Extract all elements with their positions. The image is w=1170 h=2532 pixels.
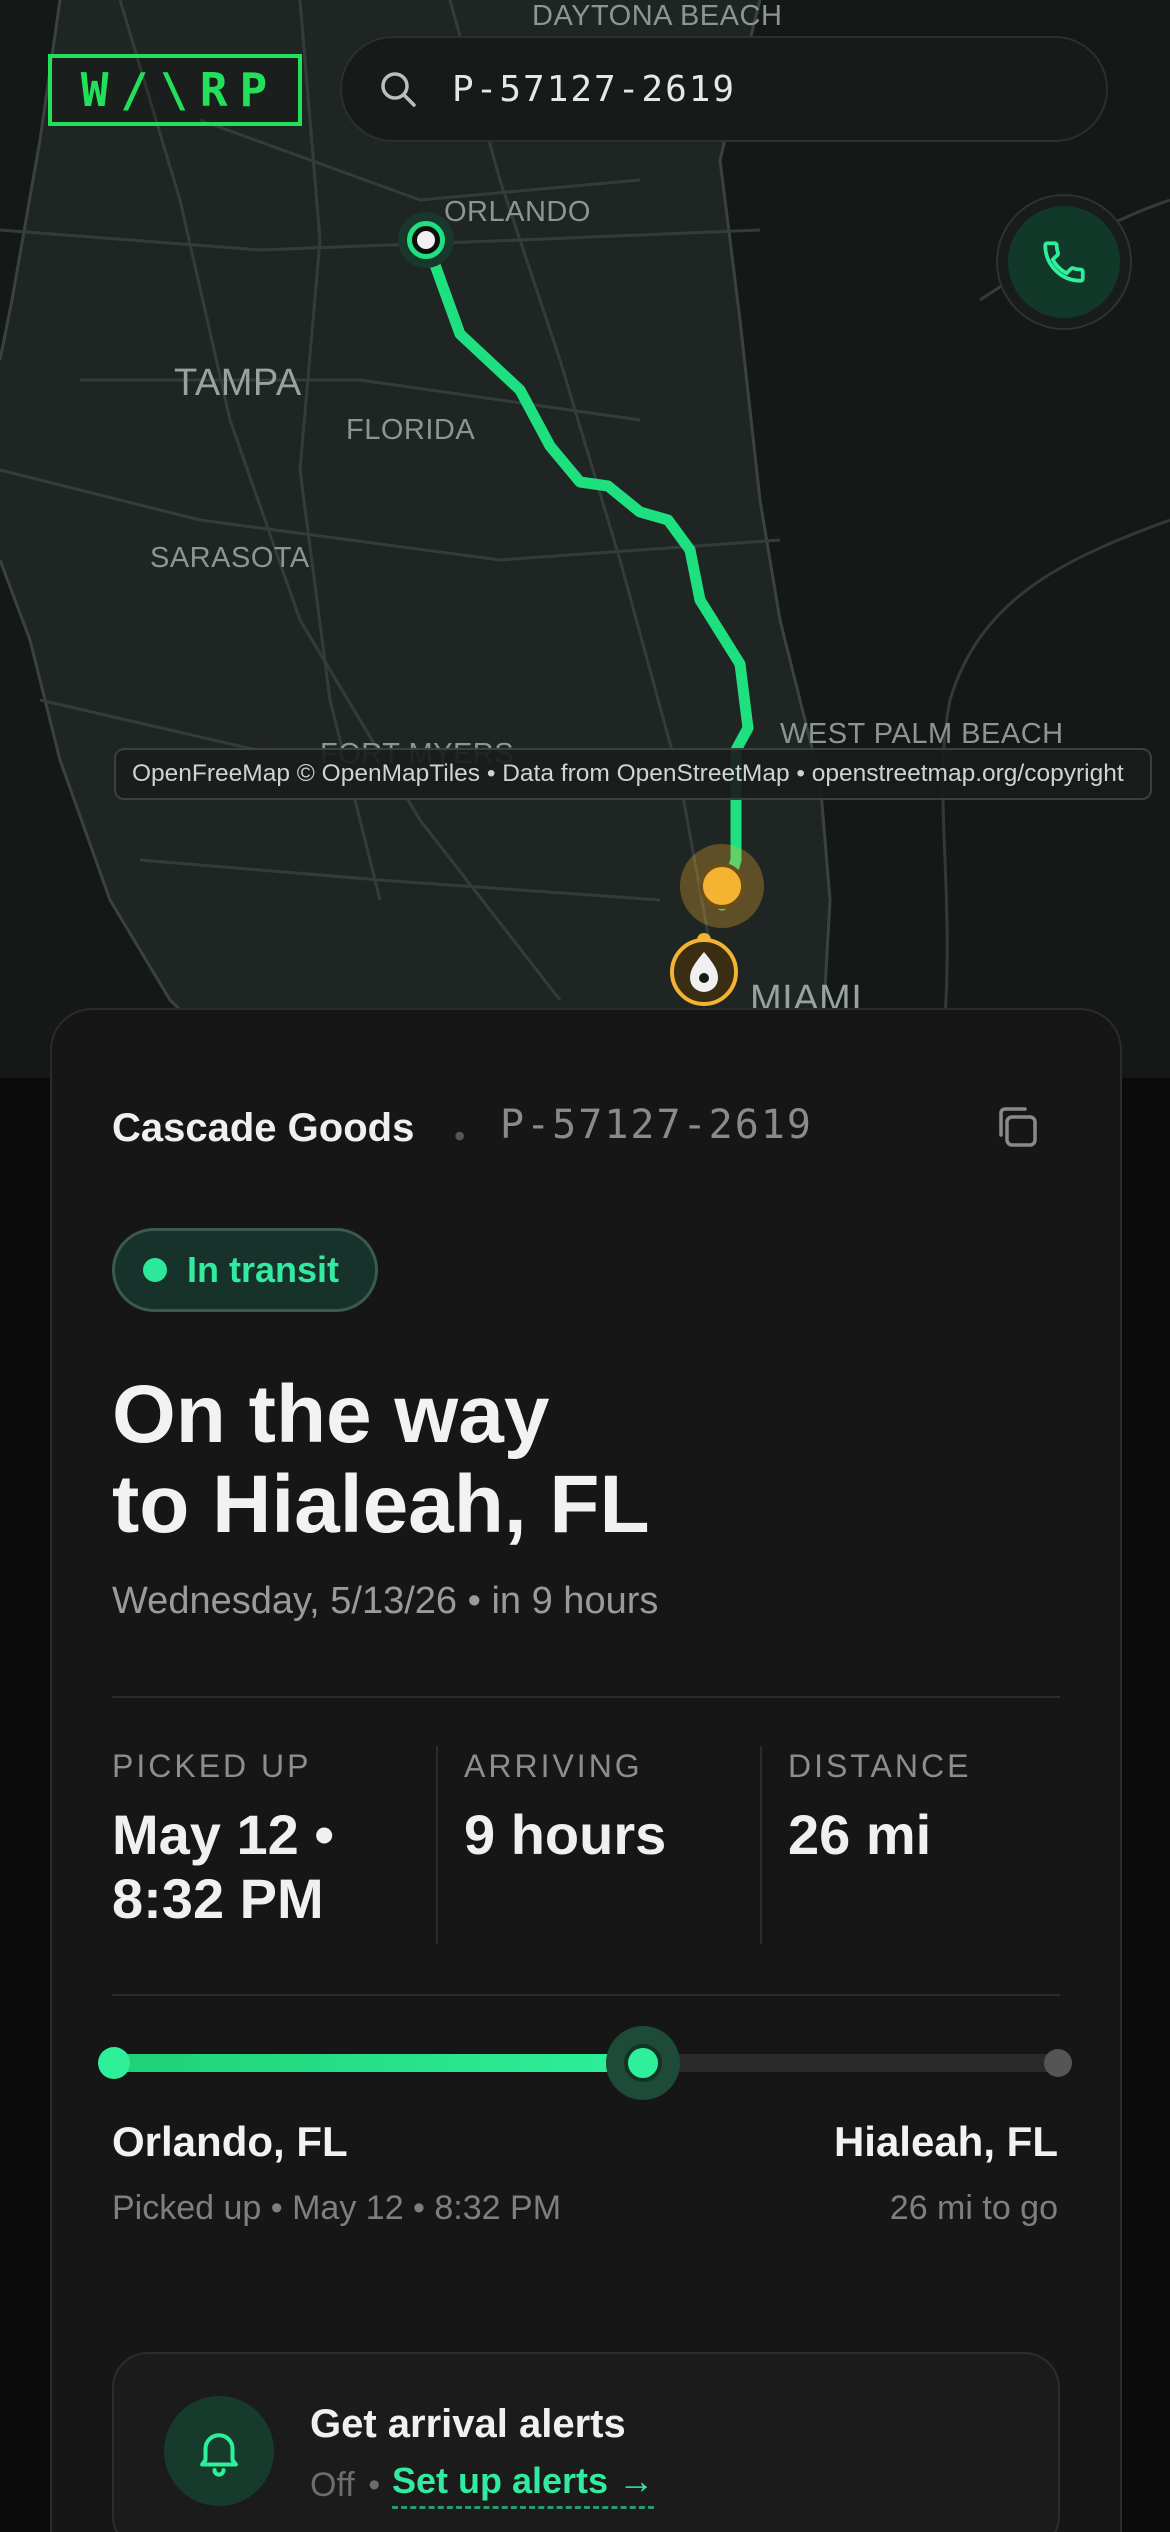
origin-marker[interactable] — [398, 212, 454, 268]
shipment-id: P-57127-2619 — [500, 1102, 813, 1148]
progress-track — [112, 2054, 1060, 2072]
stat-distance-label: DISTANCE — [788, 1748, 972, 1784]
status-badge: In transit — [112, 1228, 379, 1312]
search-icon — [381, 72, 416, 107]
destination-pin-icon[interactable] — [668, 928, 740, 1008]
status-label: In transit — [187, 1249, 340, 1290]
stat-arriving-label: ARRIVING — [464, 1748, 643, 1784]
destination-city: Hialeah, FL — [833, 2118, 1058, 2165]
copy-icon — [999, 1107, 1037, 1147]
phone-icon — [1043, 241, 1085, 283]
bell-icon — [200, 2433, 238, 2477]
headline-line-2: to Hialeah, FL — [112, 1459, 650, 1550]
divider — [112, 1696, 1060, 1698]
alerts-separator: • — [368, 2466, 381, 2504]
route-overlay — [420, 234, 754, 911]
bell-icon-badge — [164, 2396, 274, 2506]
alerts-title: Get arrival alerts — [310, 2402, 626, 2446]
call-button[interactable] — [996, 194, 1132, 330]
alerts-status-value: Off — [310, 2466, 355, 2504]
progress-current-marker — [605, 2026, 680, 2100]
map-attribution[interactable]: OpenFreeMap © OpenMapTiles • Data from O… — [114, 748, 1152, 800]
tracking-page: DAYTONA BEACH ORLANDO TAMPA FLORIDA SARA… — [0, 0, 1170, 2532]
stat-picked-up-value-1: May 12 • — [112, 1803, 334, 1866]
stat-picked-up-label: PICKED UP — [112, 1748, 312, 1784]
stat-distance-value: 26 mi — [788, 1803, 932, 1866]
stat-distance: DISTANCE 26 mi — [788, 1748, 971, 1867]
copy-button[interactable] — [990, 1100, 1044, 1154]
route-map[interactable]: DAYTONA BEACH ORLANDO TAMPA FLORIDA SARA… — [0, 0, 1170, 1078]
headline-line-1: On the way — [112, 1369, 550, 1460]
setup-alerts-link[interactable]: Set up alerts → — [392, 2460, 655, 2509]
progress-end-dot — [1044, 2049, 1072, 2077]
stat-divider — [436, 1746, 438, 1944]
arrival-alerts-card[interactable]: Get arrival alerts Off • Set up alerts → — [112, 2352, 1060, 2532]
status-dot-icon — [143, 1258, 167, 1282]
progress-fill — [112, 2054, 643, 2072]
eta-text: Wednesday, 5/13/26 • in 9 hours — [112, 1580, 659, 1622]
stat-arriving-value: 9 hours — [464, 1803, 667, 1866]
destination-detail: 26 mi to go — [889, 2189, 1058, 2227]
search-bar[interactable] — [340, 36, 1108, 142]
stat-picked-up: PICKED UP May 12 • 8:32 PM — [112, 1748, 334, 1931]
stat-arriving: ARRIVING 9 hours — [464, 1748, 666, 1867]
merchant-name: Cascade Goods — [112, 1106, 415, 1150]
origin-detail: Picked up • May 12 • 8:32 PM — [112, 2189, 562, 2227]
page-title: On the way to Hialeah, FL — [112, 1370, 650, 1550]
stat-picked-up-value-2: 8:32 PM — [112, 1867, 324, 1930]
search-input[interactable] — [452, 68, 1052, 110]
brand-logo[interactable]: W/\RP — [48, 54, 302, 126]
alerts-status: Off • — [310, 2466, 384, 2505]
header-separator: • — [454, 1118, 466, 1154]
shipment-card: Cascade Goods • P-57127-2619 In transit … — [50, 1008, 1122, 2532]
stat-divider — [760, 1746, 762, 1944]
current-location-marker[interactable] — [680, 844, 764, 928]
progress-start-dot — [98, 2047, 130, 2079]
divider — [112, 1994, 1060, 1996]
origin-city: Orlando, FL — [112, 2118, 348, 2165]
